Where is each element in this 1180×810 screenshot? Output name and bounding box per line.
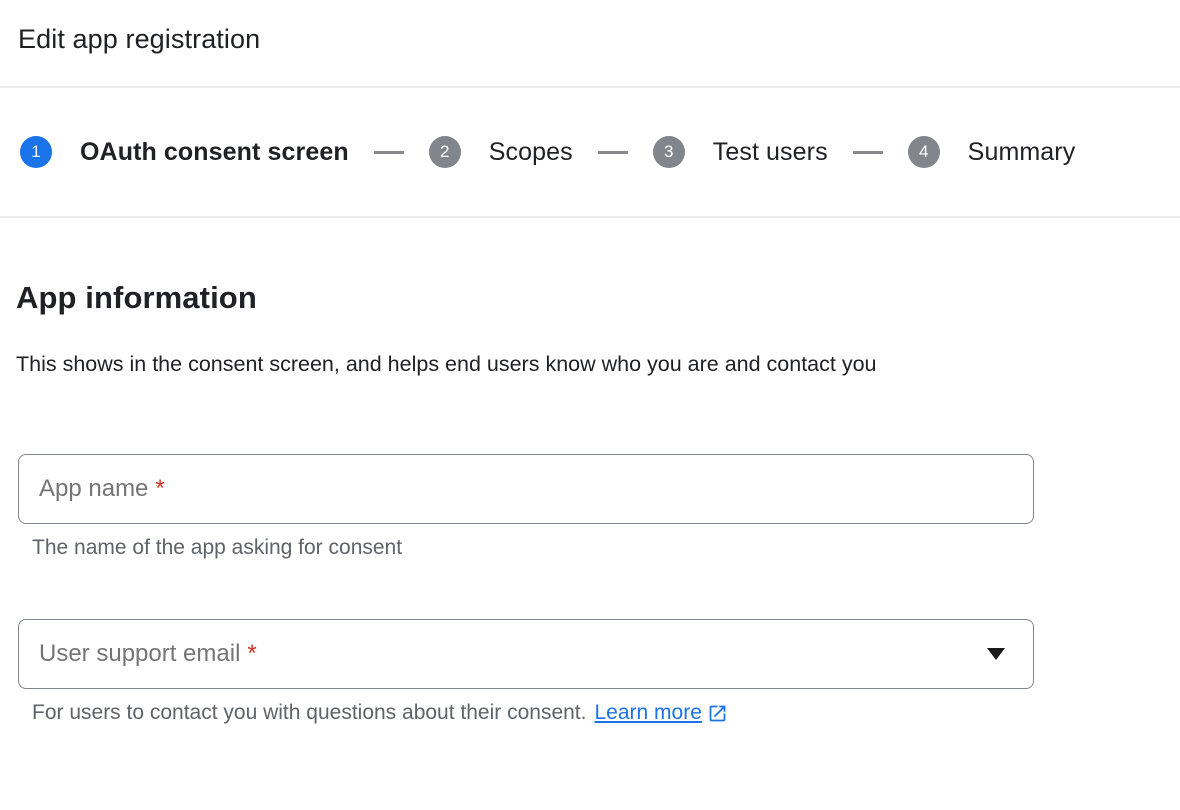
section-heading: App information	[16, 280, 1156, 316]
required-asterisk: *	[247, 640, 256, 667]
user-support-email-label: User support email	[39, 640, 240, 667]
page-title: Edit app registration	[18, 22, 1156, 56]
form-content: App information This shows in the consen…	[0, 280, 1180, 726]
step-label: Summary	[968, 138, 1076, 167]
step-oauth-consent-screen[interactable]: 1 OAuth consent screen	[20, 136, 349, 168]
step-number-badge: 3	[653, 136, 685, 168]
step-summary[interactable]: 4 Summary	[908, 136, 1076, 168]
step-label: Test users	[713, 138, 828, 167]
step-number-badge: 4	[908, 136, 940, 168]
step-label: Scopes	[489, 138, 573, 167]
step-label: OAuth consent screen	[80, 138, 349, 167]
step-scopes[interactable]: 2 Scopes	[429, 136, 573, 168]
step-separator	[853, 151, 883, 154]
required-asterisk: *	[155, 475, 164, 502]
app-name-helper: The name of the app asking for consent	[32, 535, 1156, 561]
step-test-users[interactable]: 3 Test users	[653, 136, 828, 168]
step-separator	[374, 151, 404, 154]
helper-label: The name of the app asking for consent	[32, 535, 402, 561]
dropdown-arrow-icon[interactable]	[987, 648, 1005, 660]
open-in-new-icon[interactable]	[707, 703, 728, 724]
section-description: This shows in the consent screen, and he…	[16, 344, 896, 384]
user-support-email-dropdown[interactable]: User support email *	[18, 619, 1034, 689]
step-number-badge: 1	[20, 136, 52, 168]
page-header: Edit app registration	[0, 0, 1180, 88]
wizard-stepper: 1 OAuth consent screen 2 Scopes 3 Test u…	[0, 88, 1180, 218]
user-support-email-helper: For users to contact you with questions …	[32, 700, 1156, 726]
helper-label: For users to contact you with questions …	[32, 700, 586, 726]
app-name-input[interactable]: App name *	[18, 454, 1034, 524]
app-name-label: App name	[39, 475, 148, 502]
step-separator	[598, 151, 628, 154]
learn-more-link[interactable]: Learn more	[594, 700, 701, 726]
step-number-badge: 2	[429, 136, 461, 168]
